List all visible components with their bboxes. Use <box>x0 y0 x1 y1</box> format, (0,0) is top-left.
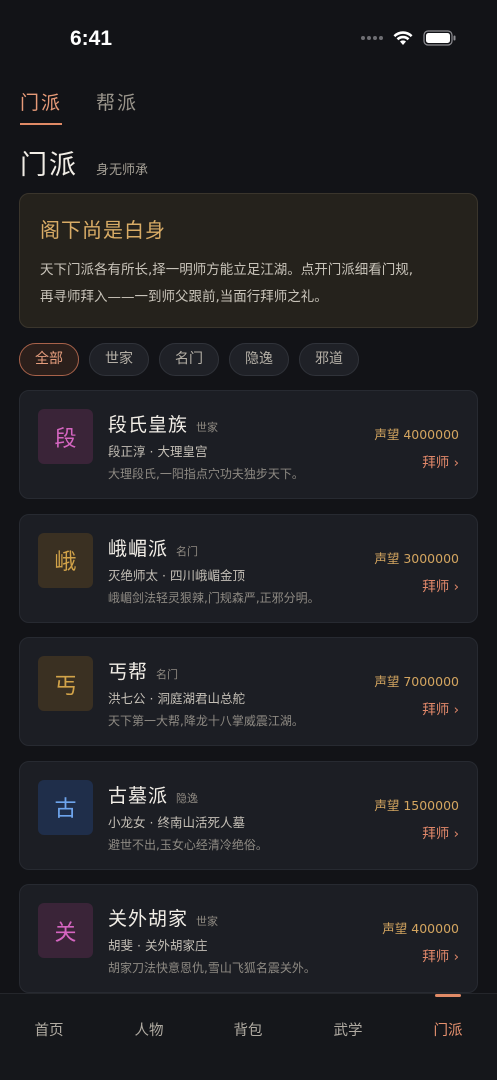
sect-prestige: 声望 4000000 <box>374 427 459 442</box>
sect-prestige: 声望 3000000 <box>374 550 459 566</box>
filter-chip-heterodox[interactable]: 邪道 <box>299 343 359 376</box>
sect-description: 峨嵋剑法轻灵狠辣,门规森严,正邪分明。 <box>108 590 320 605</box>
filter-chip-all[interactable]: 全部 <box>19 343 79 376</box>
filter-chips: 全部 世家 名门 隐逸 邪道 <box>19 343 359 376</box>
join-sect-button[interactable]: 拜师 › <box>422 698 459 718</box>
sect-name-row: 丐帮 名门 <box>108 657 178 684</box>
sect-name: 丐帮 <box>108 661 149 683</box>
sect-prestige: 声望 1500000 <box>374 797 459 813</box>
join-sect-button[interactable]: 拜师 › <box>422 451 459 471</box>
sect-master: 胡斐 <box>108 938 134 953</box>
join-sect-button[interactable]: 拜师 › <box>422 945 459 965</box>
sect-master-row: 洪七公 · 洞庭湖君山总舵 <box>108 691 245 706</box>
tab-gangs[interactable]: 帮派 <box>96 88 138 125</box>
nav-home[interactable]: 首页 <box>19 1019 79 1040</box>
tab-sects[interactable]: 门派 <box>20 88 63 125</box>
sect-category: 世家 <box>196 421 219 434</box>
sect-avatar: 古 <box>38 779 93 835</box>
sect-description: 大理段氏,一阳指点穴功夫独步天下。 <box>108 467 304 481</box>
sect-master-row: 段正淳 · 大理皇宫 <box>108 444 208 459</box>
notice-card: 阁下尚是白身 天下门派各有所长,择一明师方能立足江湖。点开门派细看门规, 再寻师… <box>19 193 478 328</box>
sect-location: 四川峨嵋金顶 <box>169 567 245 583</box>
sect-category: 世家 <box>196 915 219 928</box>
sect-prestige: 声望 7000000 <box>374 674 459 689</box>
sect-avatar: 峨 <box>38 532 93 588</box>
sect-card[interactable]: 关 关外胡家 世家 胡斐 · 关外胡家庄 胡家刀法快意恩仇,雪山飞狐名震关外。 声… <box>19 884 478 993</box>
sect-description: 避世不出,玉女心经清冷绝俗。 <box>108 837 268 852</box>
sect-name: 古墓派 <box>108 784 169 807</box>
sect-card[interactable]: 古 古墓派 隐逸 小龙女 · 终南山活死人墓 避世不出,玉女心经清冷绝俗。 声望 … <box>19 760 478 870</box>
notice-title: 阁下尚是白身 <box>40 218 166 242</box>
sect-location: 关外胡家庄 <box>144 938 208 953</box>
join-sect-button[interactable]: 拜师 › <box>422 822 459 842</box>
sect-card[interactable]: 段 段氏皇族 世家 段正淳 · 大理皇宫 大理段氏,一阳指点穴功夫独步天下。 声望… <box>19 390 478 499</box>
sect-card[interactable]: 丐 丐帮 名门 洪七公 · 洞庭湖君山总舵 天下第一大帮,降龙十八掌威震江湖。 声… <box>19 637 478 746</box>
status-time: 6:41 <box>70 27 113 50</box>
sect-location: 大理皇宫 <box>157 444 208 459</box>
sect-master: 小龙女 <box>108 814 146 830</box>
sect-location: 终南山活死人墓 <box>157 814 245 830</box>
sect-master: 段正淳 <box>108 444 146 459</box>
sect-master-row: 胡斐 · 关外胡家庄 <box>108 938 208 953</box>
sect-category: 名门 <box>176 544 199 558</box>
filter-chip-orthodox[interactable]: 名门 <box>159 343 219 376</box>
sect-name: 关外胡家 <box>108 908 189 930</box>
sect-name: 段氏皇族 <box>108 414 189 436</box>
filter-chip-clan[interactable]: 世家 <box>89 343 149 376</box>
nav-inventory[interactable]: 背包 <box>218 1019 278 1040</box>
notice-text-line-1: 天下门派各有所长,择一明师方能立足江湖。点开门派细看门规, <box>40 262 414 278</box>
sect-card[interactable]: 峨 峨嵋派 名门 灭绝师太 · 四川峨嵋金顶 峨嵋剑法轻灵狠辣,门规森严,正邪分明… <box>19 513 478 623</box>
sect-master-row: 小龙女 · 终南山活死人墓 <box>108 814 245 830</box>
sect-avatar: 丐 <box>38 656 93 711</box>
active-tab-indicator <box>435 994 461 997</box>
battery-icon <box>423 30 456 46</box>
sect-name-row: 关外胡家 世家 <box>108 904 218 931</box>
sect-name-row: 段氏皇族 世家 <box>108 410 218 437</box>
status-bar: 6:41 <box>0 0 497 80</box>
sect-location: 洞庭湖君山总舵 <box>157 691 245 706</box>
sect-avatar: 段 <box>38 409 93 464</box>
sect-name-row: 古墓派 隐逸 <box>108 781 198 808</box>
sect-name: 峨嵋派 <box>108 537 169 560</box>
nav-character[interactable]: 人物 <box>119 1019 179 1040</box>
sect-name-row: 峨嵋派 名门 <box>108 534 198 561</box>
sect-master: 洪七公 <box>108 691 146 706</box>
sect-master: 灭绝师太 <box>108 567 159 583</box>
sect-prestige: 声望 400000 <box>382 921 459 936</box>
notice-text: 天下门派各有所长,择一明师方能立足江湖。点开门派细看门规, 再寻师拜入——一到师… <box>40 257 457 311</box>
nav-sects[interactable]: 门派 <box>418 1019 478 1040</box>
page-header: 门派 身无师承 <box>20 143 148 182</box>
sect-avatar: 关 <box>38 903 93 958</box>
cellular-signal-icon <box>361 36 383 40</box>
sect-list: 段 段氏皇族 世家 段正淳 · 大理皇宫 大理段氏,一阳指点穴功夫独步天下。 声望… <box>19 390 478 1008</box>
top-tabs: 门派 帮派 <box>20 88 138 125</box>
filter-chip-reclusive[interactable]: 隐逸 <box>229 343 289 376</box>
status-icons <box>361 30 457 46</box>
sect-category: 隐逸 <box>176 791 199 805</box>
wifi-icon <box>393 30 413 45</box>
bottom-nav: 首页 人物 背包 武学 门派 <box>0 993 497 1080</box>
sect-description: 胡家刀法快意恩仇,雪山飞狐名震关外。 <box>108 961 316 975</box>
sect-master-row: 灭绝师太 · 四川峨嵋金顶 <box>108 567 245 583</box>
notice-text-line-2: 再寻师拜入——一到师父跟前,当面行拜师之礼。 <box>40 289 328 305</box>
nav-martial-arts[interactable]: 武学 <box>318 1019 378 1040</box>
sect-description: 天下第一大帮,降龙十八掌威震江湖。 <box>108 714 304 728</box>
page-title: 门派 <box>20 150 78 181</box>
page-subtitle: 身无师承 <box>96 163 149 178</box>
sect-category: 名门 <box>156 668 179 681</box>
join-sect-button[interactable]: 拜师 › <box>422 575 459 595</box>
